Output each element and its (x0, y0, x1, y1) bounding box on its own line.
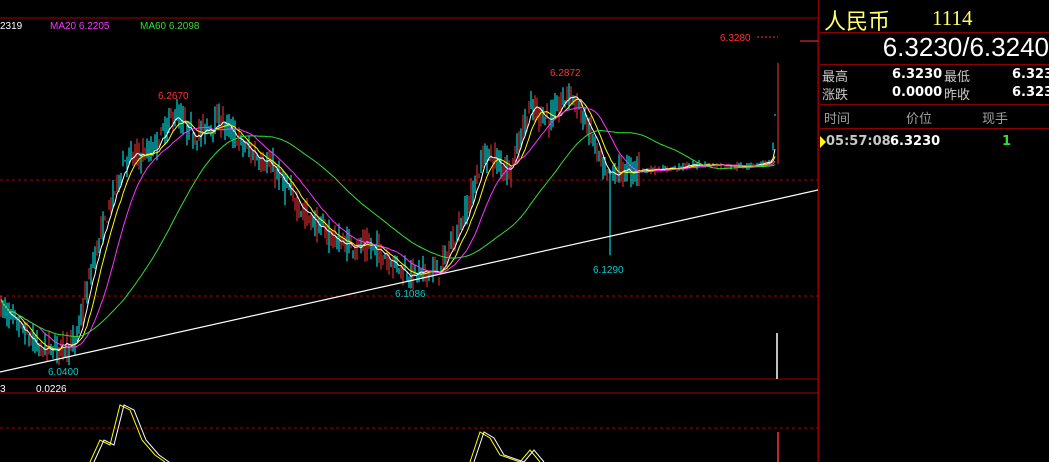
prev-close-label: 昨收 (944, 88, 971, 103)
bid-ask-price: 6.3230/6.3240 (882, 32, 1049, 62)
oscillator-line (469, 431, 541, 462)
price-annotation: 6.2670 (158, 91, 189, 102)
support-trendline (0, 189, 818, 373)
quote-panel: 人民币 1114 6.3230/6.3240 最高 6.3230 最低 6.32… (820, 0, 1049, 462)
indicator-panel: 3 0.0226 (0, 384, 779, 462)
divider (820, 128, 1049, 129)
panel-divider (818, 0, 819, 462)
tick-time[interactable]: 05:57:08 (826, 134, 891, 149)
divider (820, 104, 1049, 105)
oscillator-line (89, 404, 166, 462)
indicator-value: 0.0226 (36, 384, 67, 395)
prev-close-value: 6.323 (1012, 85, 1049, 100)
candlesticks (0, 63, 779, 379)
oscillator-line (473, 431, 545, 462)
price-annotation: 6.0400 (48, 367, 79, 378)
low-label: 最低 (944, 70, 971, 85)
legend-item: 2319 (0, 21, 23, 32)
trendline (0, 189, 818, 373)
change-value: 0.0000 (892, 85, 943, 100)
high-label: 最高 (822, 70, 849, 85)
price-annotation: 6.3280 (720, 33, 751, 44)
tick-price[interactable]: 6.3230 (890, 134, 940, 149)
instrument-title: 人民币 1114 (820, 2, 1049, 35)
instrument-code: 1114 (932, 6, 973, 30)
divider (820, 64, 1049, 65)
low-value: 6.323 (1012, 67, 1049, 82)
kline-chart[interactable]: 6.0400 6.2670 6.1086 6.2872 6.1290 6.3280 231… (0, 0, 818, 462)
legend-item: MA20 6.2205 (50, 21, 110, 32)
high-value: 6.3230 (892, 67, 943, 82)
indicator-label: 3 (0, 384, 6, 395)
time-header: 时间 (824, 112, 851, 127)
price-annotations: 6.0400 6.2670 6.1086 6.2872 6.1290 6.3280 (48, 33, 818, 378)
price-header: 价位 (906, 112, 933, 127)
moving-average-lines (0, 96, 776, 352)
change-label: 涨跌 (822, 88, 849, 103)
legend-item: MA60 6.2098 (140, 21, 200, 32)
price-annotation: 6.2872 (550, 68, 581, 79)
volume-header: 现手 (982, 112, 1009, 127)
tick-volume[interactable]: 1 (1002, 134, 1011, 149)
ma60-line (0, 129, 776, 337)
price-annotation: 6.1086 (395, 289, 426, 300)
ma-legend: 2319 MA20 6.2205 MA60 6.2098 (0, 21, 200, 32)
price-annotation: 6.1290 (593, 265, 624, 276)
